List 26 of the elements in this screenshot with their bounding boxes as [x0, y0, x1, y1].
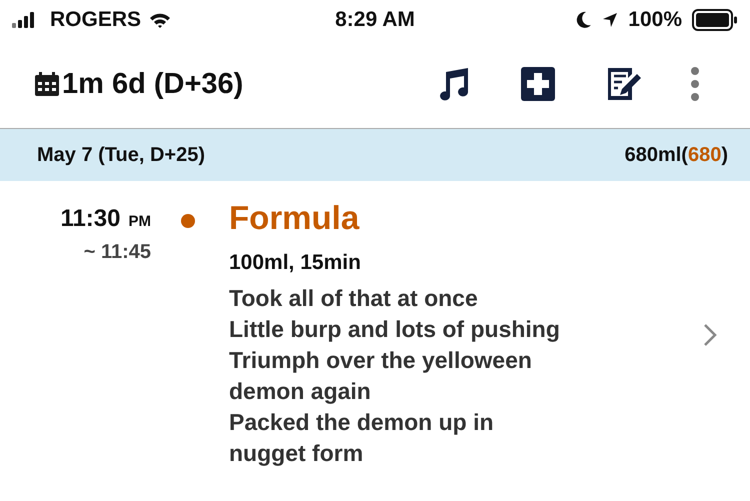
add-icon[interactable] [520, 66, 556, 102]
carrier-name: ROGERS [50, 8, 142, 32]
more-icon[interactable] [690, 66, 700, 102]
start-time: 11:30 [60, 205, 120, 233]
entry-summary: 100ml, 15min [229, 251, 362, 275]
note-line: Triumph over the yelloween [229, 346, 533, 375]
chevron-right-icon [703, 323, 717, 347]
clock: 8:29 AM [335, 8, 415, 32]
battery-icon [692, 9, 738, 31]
note-line: nugget form [229, 439, 364, 468]
battery-percent: 100% [628, 8, 682, 32]
note-line: Took all of that at once [229, 284, 479, 313]
note-line: Packed the demon up in [229, 408, 495, 437]
note-line: demon again [229, 377, 372, 406]
wifi-icon [149, 12, 172, 28]
entry-row[interactable]: 11:30 PM ~ 11:45 Formula 100ml, 15min Took all of that at once Little burp and lots of pushing Triumph over the yelloween demon again Packed the demon up in nugget form [0, 181, 750, 469]
end-time: ~ 11:45 [84, 241, 151, 264]
calendar-icon [34, 71, 60, 97]
location-arrow-icon [602, 11, 618, 29]
day-label: May 7 (Tue, D+25) [37, 144, 206, 166]
meridiem: PM [128, 213, 151, 230]
note-line: Little burp and lots of pushing [229, 315, 561, 344]
page-title: 1m 6d (D+36) [62, 68, 244, 100]
day-total: 680ml(680) [624, 144, 728, 166]
moon-icon [576, 11, 592, 29]
entry-title: Formula [229, 199, 360, 237]
